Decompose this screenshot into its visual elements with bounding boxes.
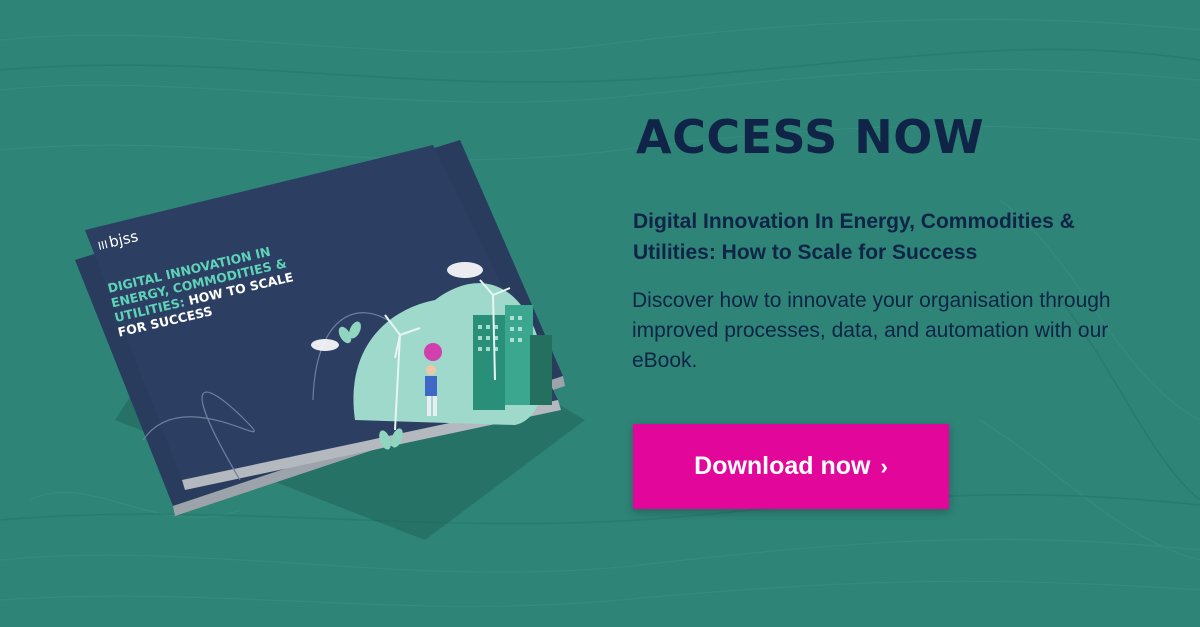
headline: ACCESS NOW — [636, 110, 985, 164]
download-now-button[interactable]: Download now › — [633, 424, 949, 509]
ebook-mockup: IIIbjss DIGITAL INNOVATION IN ENERGY, CO… — [55, 120, 615, 550]
ebook-title: Digital Innovation In Energy, Commoditie… — [633, 210, 1075, 264]
chevron-right-icon: › — [880, 453, 888, 479]
download-now-label: Download now — [694, 452, 871, 480]
ebook-description: Discover how to innovate your organisati… — [632, 289, 1111, 372]
